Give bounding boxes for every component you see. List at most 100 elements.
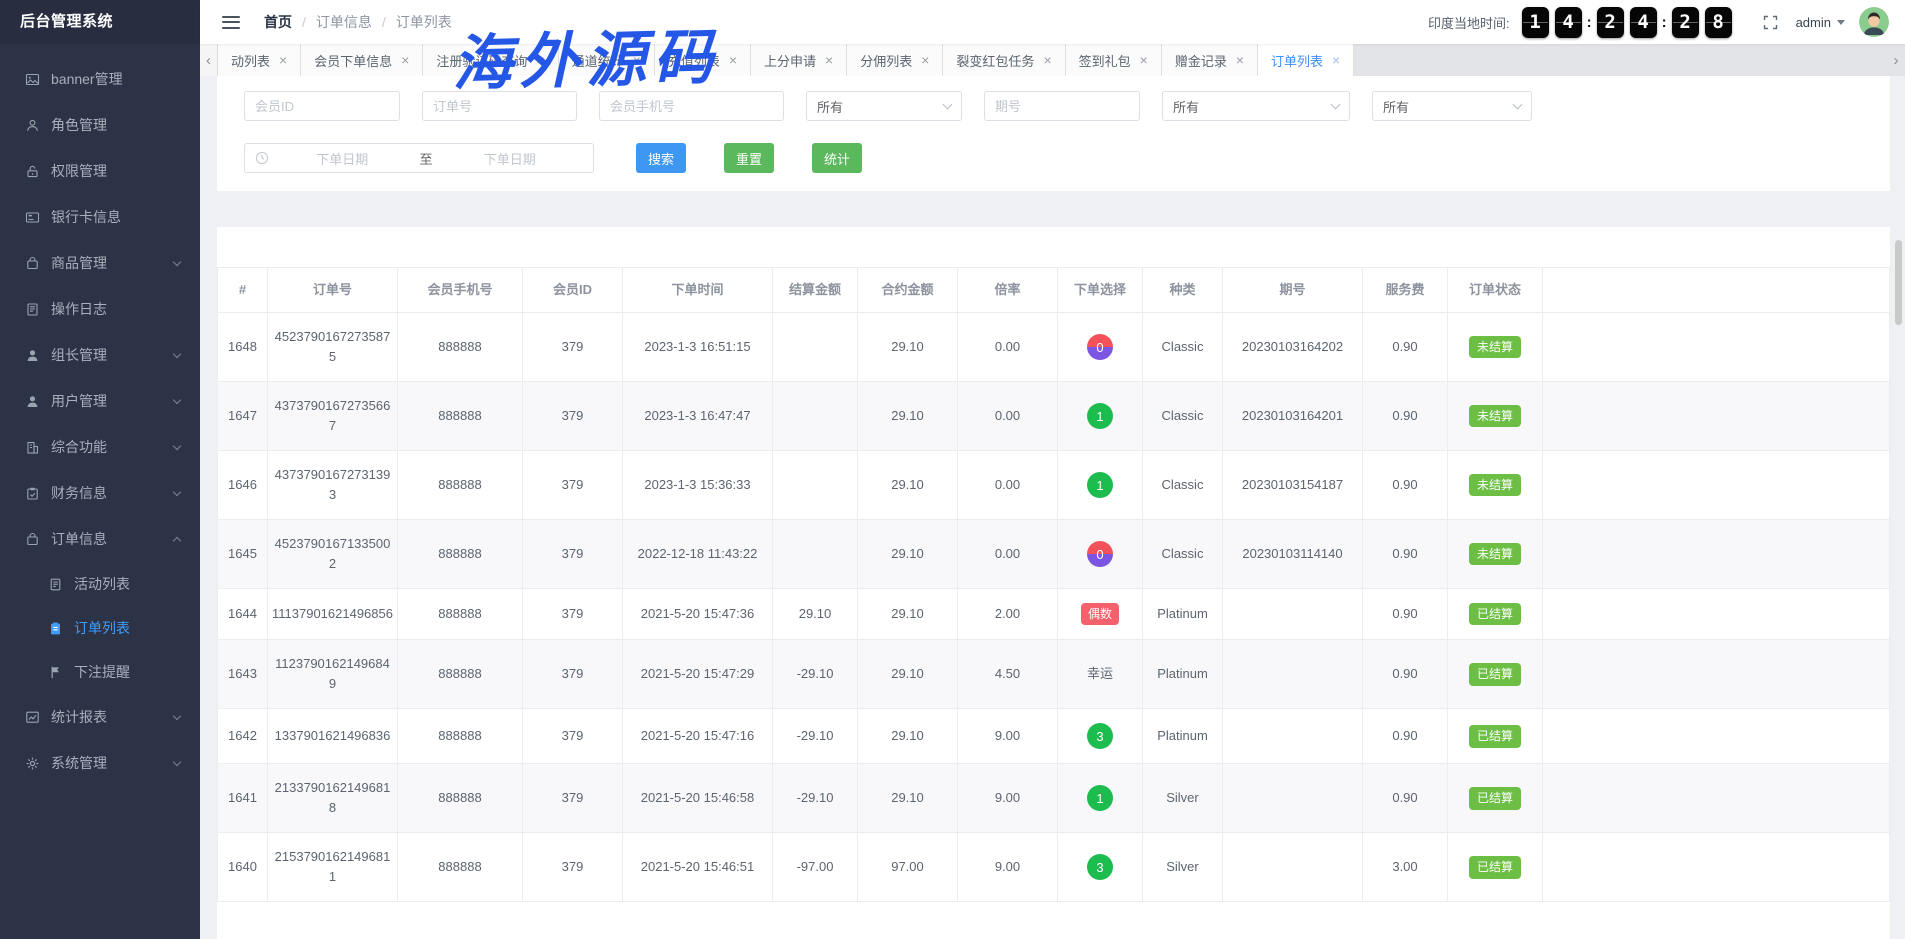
- chevron-down-icon: [173, 757, 181, 765]
- cell-index: 1648: [218, 313, 268, 382]
- cell-status: 已结算: [1448, 709, 1543, 764]
- fullscreen-icon[interactable]: [1763, 15, 1778, 30]
- close-icon[interactable]: ×: [921, 53, 929, 67]
- breadcrumb-order-list[interactable]: 订单列表: [396, 12, 452, 32]
- tab-scroll-right-icon[interactable]: ›: [1887, 44, 1905, 76]
- cell-index: 1645: [218, 520, 268, 589]
- stats-button[interactable]: 统计: [812, 143, 862, 173]
- scrollbar-thumb[interactable]: [1895, 240, 1902, 325]
- tab-scroll-left-icon[interactable]: ‹: [200, 44, 218, 76]
- sidebar-item-bank-cards[interactable]: 银行卡信息: [0, 194, 200, 240]
- sidebar-item-activity-list[interactable]: 活动列表: [0, 562, 200, 606]
- menu-toggle-icon[interactable]: [222, 16, 240, 29]
- close-icon[interactable]: ×: [1332, 53, 1340, 67]
- close-icon[interactable]: ×: [633, 53, 641, 67]
- filter-select-1[interactable]: 所有: [806, 91, 962, 121]
- sidebar-item-system[interactable]: 系统管理: [0, 740, 200, 786]
- tab-通道统计[interactable]: 通道统计×: [559, 44, 655, 76]
- sidebar-item-finance[interactable]: 财务信息: [0, 470, 200, 516]
- cell-choice: 3: [1058, 833, 1143, 902]
- sidebar-item-leaders[interactable]: 组长管理: [0, 332, 200, 378]
- status-badge: 已结算: [1469, 725, 1521, 747]
- period-input[interactable]: [984, 91, 1140, 121]
- filter-select-3[interactable]: 所有: [1372, 91, 1532, 121]
- chevron-down-icon: [943, 99, 953, 109]
- cell-order-no: 21337901621496818: [268, 764, 398, 833]
- clipboard-filled-icon: [48, 621, 63, 636]
- table-row: 1643112379016214968498888883792021-5-20 …: [218, 640, 1890, 709]
- choice-badge: 1: [1087, 403, 1113, 429]
- top-header: 首页 / 订单信息 / 订单列表 印度当地时间: 1 4 : 2 4 : 2 8…: [200, 0, 1905, 44]
- tab-label: 动列表: [231, 51, 270, 70]
- cell-category: Platinum: [1143, 640, 1223, 709]
- close-icon[interactable]: ×: [536, 53, 544, 67]
- date-range-picker[interactable]: 下单日期 至 下单日期: [244, 143, 594, 173]
- user-filled-icon: [25, 348, 40, 363]
- sidebar-item-banner[interactable]: banner管理: [0, 56, 200, 102]
- close-icon[interactable]: ×: [1043, 53, 1051, 67]
- close-icon[interactable]: ×: [279, 53, 287, 67]
- cell-fee: 0.90: [1363, 640, 1448, 709]
- cell-fee: 0.90: [1363, 382, 1448, 451]
- cell-period: [1223, 709, 1363, 764]
- cell-contract-amount: 29.10: [858, 313, 958, 382]
- reset-button[interactable]: 重置: [724, 143, 774, 173]
- sidebar-item-reports[interactable]: 统计报表: [0, 694, 200, 740]
- status-badge: 已结算: [1469, 663, 1521, 685]
- cell-status: 未结算: [1448, 313, 1543, 382]
- cell-contract-amount: 29.10: [858, 764, 958, 833]
- breadcrumb-home[interactable]: 首页: [264, 12, 292, 32]
- sidebar-item-logs[interactable]: 操作日志: [0, 286, 200, 332]
- cell-index: 1640: [218, 833, 268, 902]
- tab-订单列表[interactable]: 订单列表×: [1258, 44, 1354, 76]
- tab-签到礼包[interactable]: 签到礼包×: [1066, 44, 1162, 76]
- column-header: 下单时间: [623, 268, 773, 313]
- cell-status: 已结算: [1448, 589, 1543, 640]
- close-icon[interactable]: ×: [729, 53, 737, 67]
- sidebar-item-users[interactable]: 用户管理: [0, 378, 200, 424]
- close-icon[interactable]: ×: [401, 53, 409, 67]
- cell-order-no: 43737901672735667: [268, 382, 398, 451]
- date-to-label: 至: [416, 149, 437, 168]
- cell-rate: 9.00: [958, 764, 1058, 833]
- tab-上分申请[interactable]: 上分申请×: [751, 44, 847, 76]
- document-icon: [25, 302, 40, 317]
- cell-rate: 0.00: [958, 313, 1058, 382]
- cell-contract-amount: 29.10: [858, 382, 958, 451]
- user-menu[interactable]: admin: [1796, 15, 1845, 30]
- cell-index: 1641: [218, 764, 268, 833]
- tab-注册验证码查询[interactable]: 注册验证码查询×: [423, 44, 558, 76]
- sidebar-item-permissions[interactable]: 权限管理: [0, 148, 200, 194]
- tab-充值列表[interactable]: 充值列表 ×: [655, 44, 751, 76]
- status-badge: 已结算: [1469, 603, 1521, 625]
- order-no-input[interactable]: [422, 91, 577, 121]
- close-icon[interactable]: ×: [1140, 53, 1148, 67]
- sidebar-item-roles[interactable]: 角色管理: [0, 102, 200, 148]
- tab-label: 充值列表: [668, 51, 720, 70]
- cell-contract-amount: 29.10: [858, 520, 958, 589]
- tab-分佣列表[interactable]: 分佣列表×: [847, 44, 943, 76]
- tab-会员下单信息[interactable]: 会员下单信息×: [301, 44, 423, 76]
- sidebar-item-products[interactable]: 商品管理: [0, 240, 200, 286]
- phone-input[interactable]: [599, 91, 784, 121]
- clock-digit: 8: [1705, 7, 1732, 38]
- sidebar-item-bet-reminder[interactable]: 下注提醒: [0, 650, 200, 694]
- tab-赠金记录[interactable]: 赠金记录×: [1162, 44, 1258, 76]
- filter-select-2[interactable]: 所有: [1162, 91, 1350, 121]
- search-button[interactable]: 搜索: [636, 143, 686, 173]
- tab-裂变红包任务[interactable]: 裂变红包任务×: [943, 44, 1065, 76]
- table-body: 1648452379016727358758888883792023-1-3 1…: [218, 313, 1890, 902]
- cell-time: 2023-1-3 16:47:47: [623, 382, 773, 451]
- tab-动列表[interactable]: 动列表 ×: [218, 44, 301, 76]
- member-id-input[interactable]: [244, 91, 400, 121]
- avatar[interactable]: [1859, 7, 1889, 37]
- breadcrumb-order-info[interactable]: 订单信息: [316, 12, 372, 32]
- clock-digit: 2: [1597, 7, 1624, 38]
- close-icon[interactable]: ×: [825, 53, 833, 67]
- table-row: 1646437379016727313938888883792023-1-3 1…: [218, 451, 1890, 520]
- cell-contract-amount: 97.00: [858, 833, 958, 902]
- sidebar-item-functions[interactable]: 综合功能: [0, 424, 200, 470]
- sidebar-item-order-list[interactable]: 订单列表: [0, 606, 200, 650]
- sidebar-item-orders[interactable]: 订单信息: [0, 516, 200, 562]
- close-icon[interactable]: ×: [1236, 53, 1244, 67]
